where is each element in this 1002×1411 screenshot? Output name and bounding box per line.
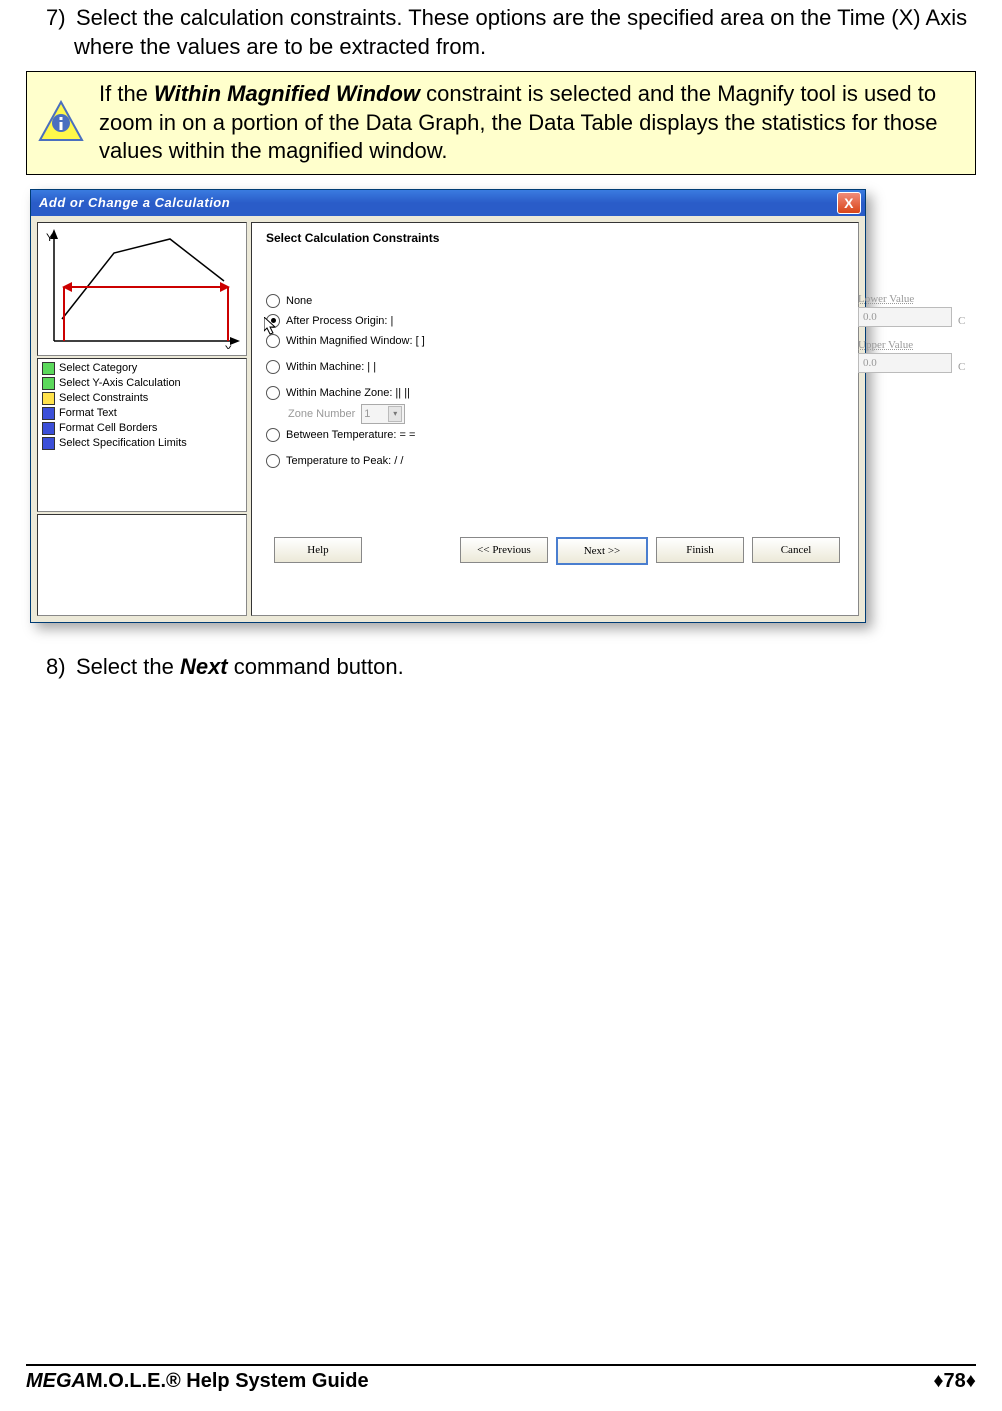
radio-icon <box>266 294 280 308</box>
upper-unit: C <box>958 361 965 373</box>
radio-after-origin[interactable]: After Process Origin: | <box>266 311 848 331</box>
dialog-window: Add or Change a Calculation X Y X <box>30 189 866 623</box>
wizard-step[interactable]: Select Y-Axis Calculation <box>42 376 242 391</box>
radio-icon <box>266 386 280 400</box>
chevron-down-icon: ▾ <box>388 406 402 422</box>
finish-button[interactable]: Finish <box>656 537 744 563</box>
page-footer: MEGAM.O.L.E.® Help System Guide ♦78♦ <box>26 1364 976 1393</box>
footer-title: MEGAM.O.L.E.® Help System Guide <box>26 1370 369 1393</box>
svg-text:X: X <box>225 344 233 349</box>
note-box: If the Within Magnified Window constrain… <box>26 71 976 175</box>
zone-number-label: Zone Number <box>288 408 355 420</box>
footer-page: ♦78♦ <box>933 1370 976 1393</box>
radio-between-temp[interactable]: Between Temperature: = = <box>266 425 848 445</box>
radio-machine[interactable]: Within Machine: | | <box>266 357 848 377</box>
wizard-step[interactable]: Select Specification Limits <box>42 436 242 451</box>
note-text: If the Within Magnified Window constrain… <box>99 80 965 166</box>
dialog-title: Add or Change a Calculation <box>39 195 230 210</box>
panel-heading: Select Calculation Constraints <box>266 231 848 245</box>
mini-graph: Y X <box>37 222 247 356</box>
lower-value-label: Lower Value <box>858 293 965 305</box>
close-icon: X <box>844 195 854 211</box>
square-icon <box>42 377 55 390</box>
step-8-bold: Next <box>180 654 228 679</box>
step-7-num: 7) <box>46 4 76 33</box>
step-7: 7)Select the calculation constraints. Th… <box>26 4 976 61</box>
radio-icon <box>266 360 280 374</box>
radio-magnified[interactable]: Within Magnified Window: [ ] <box>266 331 848 351</box>
upper-value-label: Upper Value <box>858 339 965 351</box>
next-button[interactable]: Next >> <box>556 537 648 565</box>
wizard-step[interactable]: Format Cell Borders <box>42 421 242 436</box>
square-icon <box>42 392 55 405</box>
radio-none[interactable]: None <box>266 291 848 311</box>
cancel-button[interactable]: Cancel <box>752 537 840 563</box>
wizard-step[interactable]: Select Constraints <box>42 391 242 406</box>
description-box <box>37 514 247 616</box>
lower-value-input[interactable]: 0.0 <box>858 307 952 327</box>
previous-button[interactable]: << Previous <box>460 537 548 563</box>
square-icon <box>42 362 55 375</box>
radio-icon <box>266 428 280 442</box>
warning-icon <box>37 99 85 147</box>
square-icon <box>42 437 55 450</box>
radio-temp-peak[interactable]: Temperature to Peak: / / <box>266 451 848 471</box>
wizard-step[interactable]: Format Text <box>42 406 242 421</box>
zone-number-row: Zone Number 1▾ <box>266 403 848 425</box>
upper-value-block: Upper Value 0.0 C <box>858 339 965 373</box>
step-8-num: 8) <box>46 653 76 682</box>
lower-unit: C <box>958 315 965 327</box>
zone-number-select[interactable]: 1▾ <box>361 404 405 424</box>
step-8: 8)Select the Next command button. <box>26 653 976 682</box>
svg-text:Y: Y <box>46 232 54 244</box>
upper-value-input[interactable]: 0.0 <box>858 353 952 373</box>
help-button[interactable]: Help <box>274 537 362 563</box>
cursor-icon <box>264 317 280 337</box>
radio-icon <box>266 454 280 468</box>
radio-zone[interactable]: Within Machine Zone: || || <box>266 383 848 403</box>
square-icon <box>42 422 55 435</box>
wizard-step-list: Select Category Select Y-Axis Calculatio… <box>37 358 247 512</box>
note-bold: Within Magnified Window <box>154 81 420 106</box>
square-icon <box>42 407 55 420</box>
step-7-text: Select the calculation constraints. Thes… <box>74 5 967 59</box>
lower-value-block: Lower Value 0.0 C <box>858 293 965 327</box>
wizard-step[interactable]: Select Category <box>42 361 242 376</box>
titlebar[interactable]: Add or Change a Calculation X <box>31 190 865 216</box>
close-button[interactable]: X <box>837 192 861 214</box>
